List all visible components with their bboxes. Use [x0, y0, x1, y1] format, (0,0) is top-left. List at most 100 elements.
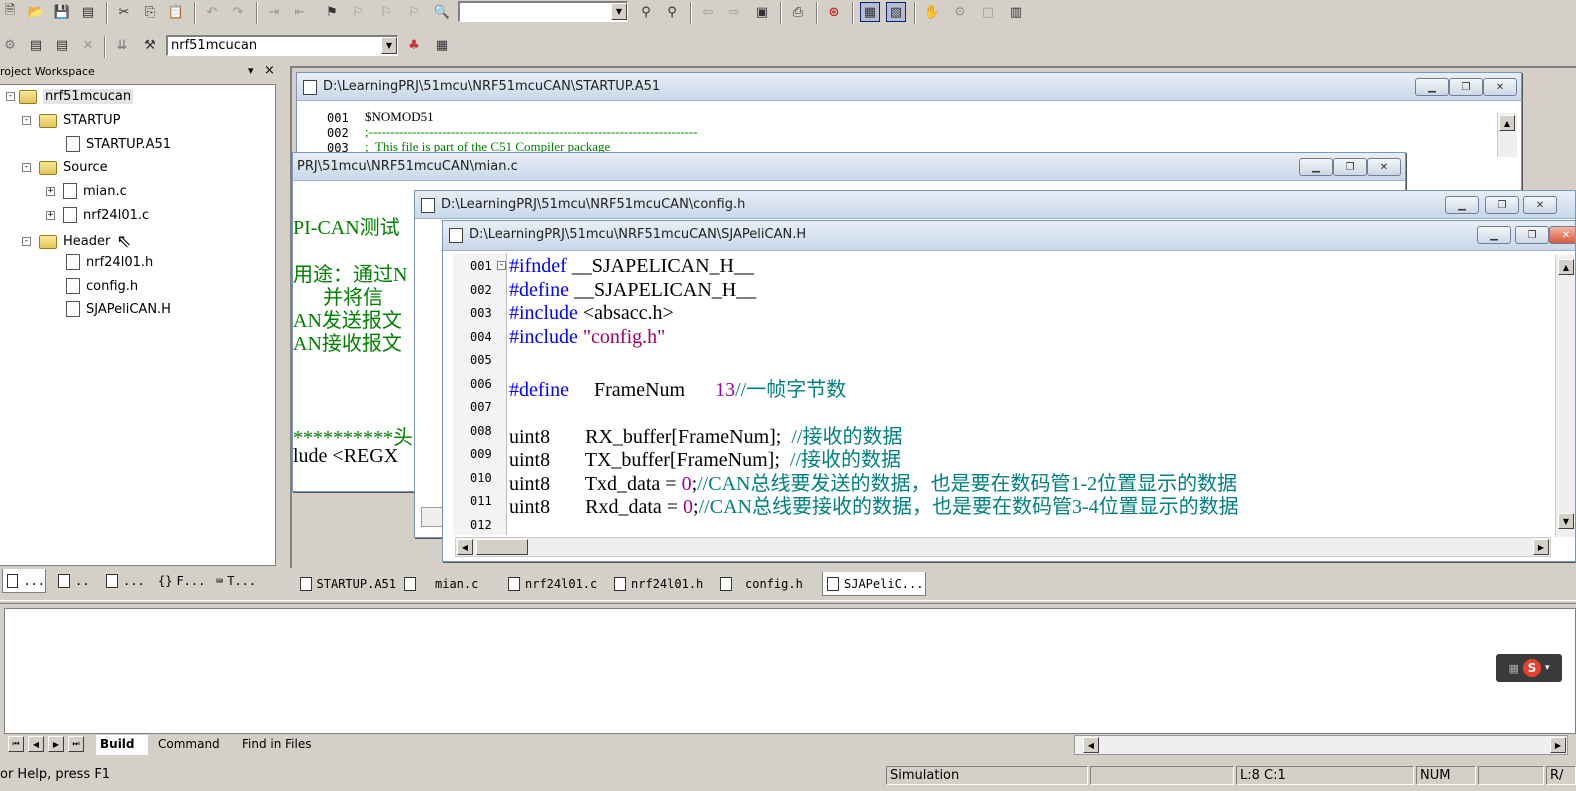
tree-file[interactable]: + mian.c: [46, 183, 127, 199]
close-button[interactable]: ✕: [1523, 196, 1557, 214]
find-combo[interactable]: ▼: [458, 1, 628, 22]
expand-icon[interactable]: +: [46, 210, 55, 220]
workspace-tab-templates[interactable]: ⌨ T...: [212, 569, 272, 593]
minimize-button[interactable]: ▁: [1445, 196, 1479, 214]
window-titlebar[interactable]: PRJ\51mcu\NRF51mcuCAN\mian.c ▁ ❐ ✕: [293, 153, 1405, 181]
back-arrow-icon[interactable]: ⇦: [698, 2, 718, 22]
fold-icon[interactable]: -: [497, 261, 506, 270]
close-button[interactable]: ✕: [1483, 78, 1517, 96]
bookmark-prev-icon[interactable]: ⚐: [376, 2, 396, 22]
close-icon[interactable]: ×: [264, 63, 275, 78]
save-icon[interactable]: 💾: [52, 2, 72, 22]
close-button[interactable]: ✕: [1367, 158, 1401, 176]
scroll-right-icon[interactable]: ▶: [1550, 737, 1566, 753]
bookmark-clear-icon[interactable]: ⚐: [404, 2, 424, 22]
scroll-up-icon[interactable]: ▲: [1499, 115, 1515, 131]
debug-icon[interactable]: ⊛: [824, 2, 844, 22]
find-in-files-icon[interactable]: ⚲: [662, 2, 682, 22]
redo-icon[interactable]: ↷: [228, 2, 248, 22]
editor-tab[interactable]: STARTUP.A51: [296, 572, 396, 596]
output-hscroll[interactable]: ◀ ▶: [1074, 735, 1568, 755]
collapse-icon[interactable]: -: [22, 116, 31, 125]
settings-icon[interactable]: ⚙: [950, 2, 970, 22]
open-folder-icon[interactable]: 📂: [26, 2, 46, 22]
tree-file[interactable]: config.h: [66, 278, 138, 294]
restore-button[interactable]: ❐: [1449, 78, 1483, 96]
bookmark-toggle-icon[interactable]: ⚑: [322, 2, 342, 22]
scroll-right-icon[interactable]: ▶: [1533, 539, 1549, 555]
collapse-icon[interactable]: -: [22, 237, 31, 246]
tree-root[interactable]: - nrf51mcucan: [6, 89, 134, 104]
scroll-left-icon[interactable]: [421, 507, 443, 527]
editor-tab[interactable]: config.h: [716, 572, 820, 596]
pin-icon[interactable]: ▾: [248, 64, 254, 77]
minimize-button[interactable]: ▁: [1477, 226, 1511, 244]
manage-icon[interactable]: ▦: [432, 35, 452, 55]
prev-tab-icon[interactable]: ◀: [28, 736, 44, 752]
vertical-scrollbar[interactable]: ▲: [1497, 113, 1517, 157]
save-all-icon[interactable]: ▤: [78, 2, 98, 22]
bookmark-next-icon[interactable]: ⚐: [348, 2, 368, 22]
tree-file[interactable]: + nrf24l01.c: [46, 207, 149, 223]
window-titlebar[interactable]: D:\LearningPRJ\51mcu\NRF51mcuCAN\config.…: [415, 191, 1575, 219]
minimize-button[interactable]: ▁: [1299, 158, 1333, 176]
collapse-icon[interactable]: -: [6, 92, 15, 101]
workspace-tab-functions[interactable]: {} F...: [154, 569, 205, 593]
window-titlebar[interactable]: D:\LearningPRJ\51mcu\NRF51mcuCAN\SJAPeli…: [443, 221, 1575, 251]
download-icon[interactable]: ⇊: [112, 35, 132, 55]
hand-icon[interactable]: ✋: [922, 2, 942, 22]
output-splitter[interactable]: [0, 600, 1576, 604]
scroll-left-icon[interactable]: ◀: [1083, 737, 1099, 753]
first-tab-icon[interactable]: ⏮: [8, 736, 24, 752]
browse-icon[interactable]: ▣: [752, 2, 772, 22]
tree-group-startup[interactable]: - STARTUP: [22, 113, 120, 128]
print-icon[interactable]: ⎙: [788, 2, 808, 22]
editor-tab[interactable]: nrf24l01.h: [610, 572, 714, 596]
forward-arrow-icon[interactable]: ⇨: [724, 2, 744, 22]
restore-button[interactable]: ❐: [1333, 158, 1367, 176]
next-tab-icon[interactable]: ▶: [48, 736, 64, 752]
cut-icon[interactable]: ✂: [114, 2, 134, 22]
restore-button[interactable]: ❐: [1515, 226, 1549, 244]
restore-button[interactable]: ❐: [1485, 196, 1519, 214]
paste-icon[interactable]: 📋: [166, 2, 186, 22]
find-icon[interactable]: 🔍: [432, 2, 452, 22]
rebuild-icon[interactable]: ▤: [52, 35, 72, 55]
tree-file[interactable]: STARTUP.A51: [66, 136, 171, 152]
output-tab-build[interactable]: Build: [96, 735, 148, 755]
tree-file[interactable]: SJAPeliCAN.H: [66, 301, 171, 317]
ime-toolbar[interactable]: ▦ S ▾: [1496, 654, 1562, 682]
last-tab-icon[interactable]: ⏭: [68, 736, 84, 752]
workspace-tab-regs[interactable]: ..: [54, 569, 98, 593]
window-sjapelican[interactable]: D:\LearningPRJ\51mcu\NRF51mcuCAN\SJAPeli…: [442, 220, 1576, 562]
new-file-icon[interactable]: 🗎: [0, 2, 20, 22]
tree-file[interactable]: nrf24l01.h: [66, 254, 153, 270]
tree-group-source[interactable]: - Source: [22, 160, 108, 175]
tree-group-header[interactable]: - Header ⇖: [22, 231, 131, 252]
expand-icon[interactable]: +: [46, 186, 55, 196]
collapse-icon[interactable]: -: [22, 163, 31, 172]
undo-icon[interactable]: ↶: [202, 2, 222, 22]
chevron-down-icon[interactable]: ▼: [381, 37, 397, 54]
workspace-toggle-icon[interactable]: ▦: [860, 2, 880, 22]
window-titlebar[interactable]: D:\LearningPRJ\51mcu\NRF51mcuCAN\STARTUP…: [297, 73, 1521, 101]
unindent-icon[interactable]: ⇤: [290, 2, 310, 22]
components-icon[interactable]: ♣: [404, 35, 424, 55]
indent-icon[interactable]: ⇥: [264, 2, 284, 22]
translate-icon[interactable]: ⚙: [0, 35, 20, 55]
chevron-down-icon[interactable]: ▼: [611, 3, 627, 20]
editor-tab[interactable]: mian.c: [400, 572, 496, 596]
scroll-thumb[interactable]: [476, 539, 528, 555]
stop-build-icon[interactable]: ✕: [78, 35, 98, 55]
output-tab-find-in-files[interactable]: Find in Files: [238, 735, 324, 755]
scroll-left-icon[interactable]: ◀: [457, 539, 473, 555]
horizontal-scrollbar[interactable]: ◀ ▶: [455, 537, 1551, 557]
output-tab-command[interactable]: Command: [154, 735, 234, 755]
editor-tab-active[interactable]: SJAPeliC...: [822, 572, 926, 596]
close-button[interactable]: ✕: [1549, 226, 1575, 244]
binoculars-icon[interactable]: ⚲: [636, 2, 656, 22]
output-toggle-icon[interactable]: ▧: [886, 2, 906, 22]
build-icon[interactable]: ▤: [26, 35, 46, 55]
target-combo[interactable]: nrf51mcucan ▼: [166, 35, 398, 56]
window-icon[interactable]: ▢: [978, 2, 998, 22]
